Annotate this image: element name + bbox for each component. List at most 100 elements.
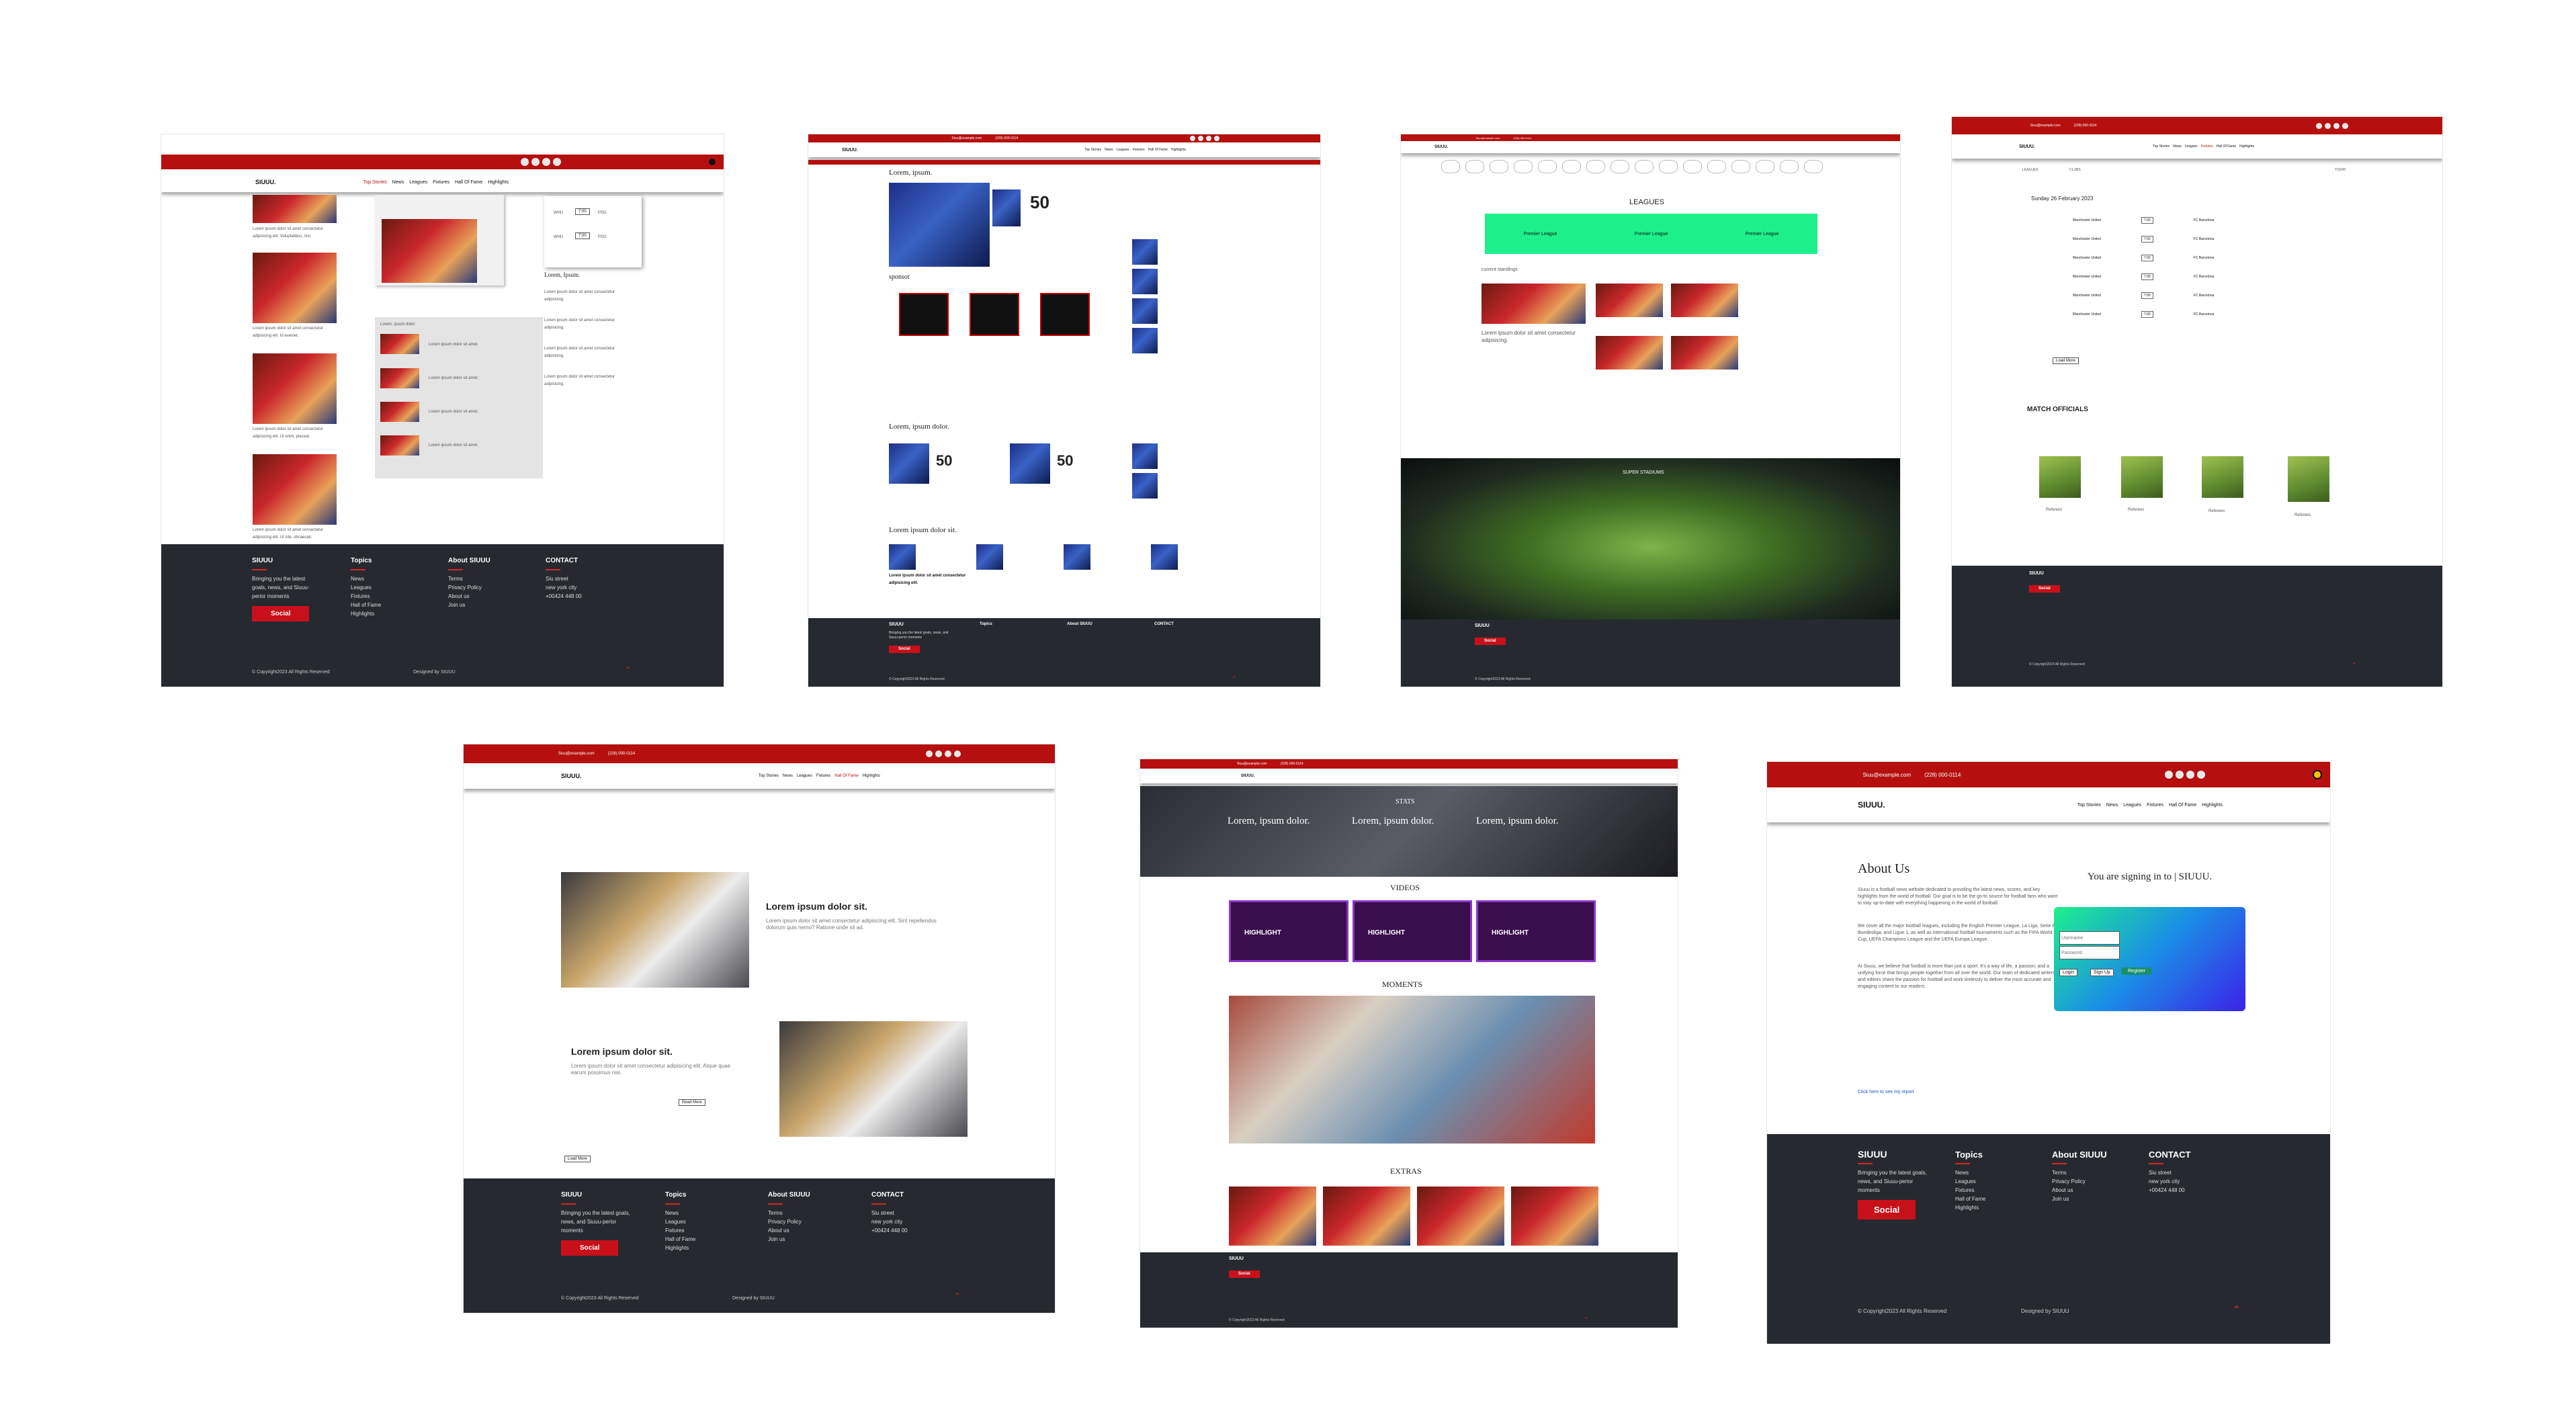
badge-image[interactable] — [992, 189, 1021, 226]
hero-image[interactable] — [889, 183, 990, 267]
footer-link-join[interactable]: Join us — [2052, 1195, 2107, 1203]
login-button[interactable]: Login — [2059, 969, 2078, 976]
nav-highlights[interactable]: Highlights — [863, 774, 880, 778]
nav-top-stories[interactable]: Top Stories — [363, 180, 387, 185]
moments-gallery[interactable] — [1229, 996, 1595, 1144]
nav-news[interactable]: News — [783, 774, 793, 778]
footer-link-about[interactable]: About us — [448, 592, 490, 601]
feature-item[interactable]: Lorem ipsum dolor sit amet. — [429, 341, 478, 349]
scroll-top-icon[interactable]: ⌃ — [2232, 1303, 2241, 1317]
footer-link-fixtures[interactable]: Fixtures — [351, 592, 381, 601]
load-more-button[interactable]: Load More — [2053, 357, 2079, 364]
contact-email[interactable]: Siuu@example.com — [1237, 762, 1267, 766]
brand-logo[interactable]: SIUUU. — [2019, 144, 2035, 149]
nav-top-stories[interactable]: Top Stories — [2153, 144, 2170, 148]
fixture-time[interactable]: 7:00 — [575, 208, 590, 215]
footer-link-highlights[interactable]: Highlights — [351, 609, 381, 618]
tab-league[interactable]: Premier League — [1746, 232, 1779, 236]
footer-link-leagues[interactable]: Leagues — [665, 1217, 695, 1226]
brand-logo[interactable]: SIUUU. — [561, 773, 582, 779]
social-button[interactable]: Social — [561, 1240, 619, 1256]
facebook-icon[interactable] — [1190, 136, 1195, 141]
nav-highlights[interactable]: Highlights — [2239, 144, 2254, 148]
contact-email[interactable]: Siuu@example.com — [951, 136, 982, 140]
instagram-icon[interactable] — [945, 750, 951, 757]
video-card[interactable]: HIGHLIGHT — [1353, 900, 1472, 962]
nav-highlights[interactable]: Highlights — [2202, 803, 2223, 808]
brand-logo[interactable]: SIUUU. — [1241, 774, 1254, 778]
contact-email[interactable]: Siuu@example.com — [2030, 124, 2061, 128]
contact-phone[interactable]: (228) 000-0114 — [2074, 124, 2097, 128]
footer-link-about[interactable]: About us — [768, 1226, 810, 1235]
footer-link-news[interactable]: News — [665, 1209, 695, 1217]
twitter-icon[interactable] — [935, 750, 942, 757]
social-button[interactable]: Social — [2029, 585, 2060, 593]
footer-link-fixtures[interactable]: Fixtures — [1955, 1186, 1985, 1195]
tab-leagues[interactable]: LEAGUES — [2022, 167, 2038, 174]
nav-news[interactable]: News — [2173, 144, 2182, 148]
facebook-icon[interactable] — [2316, 122, 2322, 129]
nav-hall-of-fame[interactable]: Hall Of Fame — [455, 180, 482, 185]
contact-email[interactable]: Siuu@example.com — [558, 752, 595, 756]
instagram-icon[interactable] — [1206, 136, 1211, 141]
footer-link-join[interactable]: Join us — [448, 601, 490, 609]
side-item[interactable]: Lorem ipsum dolor sit amet consectetur a… — [544, 345, 632, 360]
nav-fixtures[interactable]: Fixtures — [433, 180, 449, 185]
nav-leagues[interactable]: Leagues — [797, 774, 812, 778]
instagram-icon[interactable] — [2186, 771, 2194, 779]
nav-hall-of-fame[interactable]: Hall Of Fame — [2169, 803, 2196, 808]
nav-hall-of-fame[interactable]: Hall Of Fame — [1148, 148, 1168, 152]
footer-link-privacy[interactable]: Privacy Policy — [448, 583, 490, 592]
footer-link-hall-of-fame[interactable]: Hall of Fame — [665, 1235, 695, 1244]
nav-top-stories[interactable]: Top Stories — [1084, 148, 1101, 152]
story-caption[interactable]: Lorem ipsum dolor sit amet consectetur a… — [253, 527, 337, 542]
tab-league[interactable]: Premier League — [1635, 232, 1668, 236]
brand-logo[interactable]: SIUUU. — [1434, 145, 1448, 149]
extra-card[interactable] — [1417, 1187, 1504, 1246]
nav-fixtures[interactable]: Fixtures — [816, 774, 830, 778]
nav-top-stories[interactable]: Top Stories — [759, 774, 779, 778]
footer-link-terms[interactable]: Terms — [2052, 1168, 2107, 1177]
signup-button[interactable]: Sign Up — [2090, 969, 2114, 976]
tab-today[interactable]: TODAY — [2335, 167, 2346, 174]
feature-image[interactable] — [382, 219, 477, 283]
twitter-icon[interactable] — [531, 158, 540, 166]
register-button[interactable]: Register — [2121, 967, 2153, 975]
official-photo[interactable] — [2039, 456, 2081, 498]
brand-logo[interactable]: SIUUU. — [1858, 800, 1885, 810]
twitter-icon[interactable] — [2176, 771, 2184, 779]
nav-top-stories[interactable]: Top Stories — [2077, 803, 2101, 808]
nav-fixtures[interactable]: Fixtures — [2147, 803, 2163, 808]
tab-league[interactable]: Premier League — [1524, 232, 1557, 236]
extra-card[interactable] — [1323, 1187, 1410, 1246]
social-button[interactable]: Social — [1858, 1200, 1916, 1219]
facebook-icon[interactable] — [2165, 771, 2173, 779]
twitter-icon[interactable] — [1198, 136, 1203, 141]
footer-link-fixtures[interactable]: Fixtures — [665, 1226, 695, 1235]
footer-link-news[interactable]: News — [351, 574, 381, 583]
social-button[interactable]: Social — [252, 606, 310, 621]
footer-link-highlights[interactable]: Highlights — [665, 1244, 695, 1252]
story-image[interactable] — [1482, 284, 1586, 324]
fixture-row[interactable]: Manchester United 7:00 FC Barcelona — [2073, 211, 2368, 230]
side-item[interactable]: Lorem ipsum dolor sit amet consectetur a… — [544, 289, 632, 304]
nav-leagues[interactable]: Leagues — [2185, 144, 2198, 148]
instagram-icon[interactable] — [542, 158, 550, 166]
footer-link-about[interactable]: About us — [2052, 1186, 2107, 1195]
nav-news[interactable]: News — [2106, 803, 2118, 808]
official-photo[interactable] — [2121, 456, 2163, 498]
story-caption[interactable]: Lorem ipsum dolor sit amet consectetur a… — [253, 325, 337, 340]
pinterest-icon[interactable] — [954, 750, 961, 757]
fixture-row[interactable]: Manchester United 7:00 FC Barcelona — [2073, 249, 2368, 267]
contact-phone[interactable]: (228) 000-0114 — [1513, 136, 1531, 140]
nav-hall-of-fame[interactable]: Hall Of Fame — [2217, 144, 2236, 148]
report-link[interactable]: Click here to see my report — [1858, 1088, 1914, 1096]
nav-leagues[interactable]: Leagues — [1117, 148, 1129, 152]
dark-mode-icon[interactable] — [2313, 770, 2322, 779]
contact-email[interactable]: Siuu@example.com — [1475, 136, 1500, 140]
scroll-top-icon[interactable]: ⌃ — [2352, 662, 2357, 669]
social-button[interactable]: Social — [1475, 638, 1506, 645]
scroll-top-icon[interactable]: ⌃ — [1232, 675, 1237, 683]
brand-logo[interactable]: SIUUU. — [842, 148, 858, 153]
story-caption[interactable]: Lorem ipsum dolor sit amet consectetur a… — [253, 226, 337, 241]
